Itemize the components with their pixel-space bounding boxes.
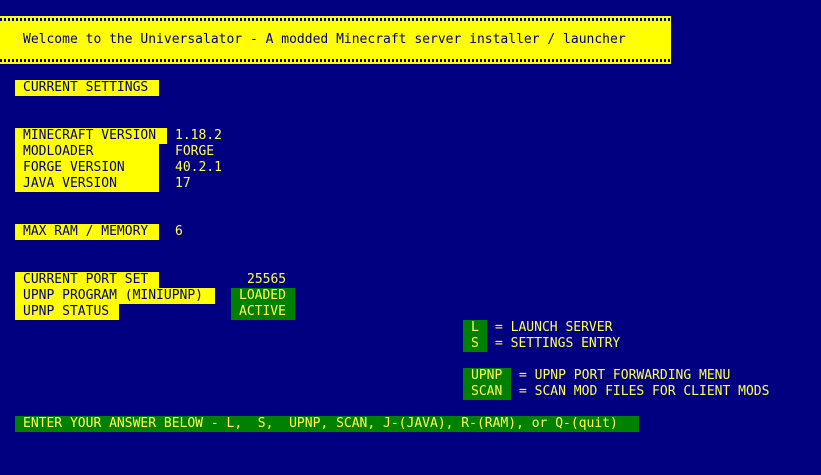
java-version-label: JAVA VERSION xyxy=(15,176,159,192)
banner-title: Welcome to the Universalator - A modded … xyxy=(23,32,626,47)
welcome-banner: Welcome to the Universalator - A modded … xyxy=(0,16,671,64)
menu-text-settings: = SETTINGS ENTRY xyxy=(495,336,621,351)
menu-key-launch: L xyxy=(463,320,487,336)
upnp-program-status: LOADED xyxy=(231,288,295,304)
menu-text-upnp: = UPNP PORT FORWARDING MENU xyxy=(519,368,731,383)
menu-key-upnp: UPNP xyxy=(463,368,511,384)
minecraft-version-label: MINECRAFT VERSION xyxy=(15,128,167,144)
forge-version-value: 40.2.1 xyxy=(175,160,222,175)
upnp-status-label: UPNP STATUS xyxy=(15,304,119,320)
max-ram-label: MAX RAM / MEMORY xyxy=(15,224,159,240)
current-settings-heading: CURRENT SETTINGS xyxy=(15,80,159,96)
menu-key-settings: S xyxy=(463,336,487,352)
java-version-value: 17 xyxy=(175,176,191,191)
banner-top-border xyxy=(0,18,671,21)
modloader-label: MODLOADER xyxy=(15,144,159,160)
upnp-program-label: UPNP PROGRAM (MINIUPNP) xyxy=(15,288,215,304)
modloader-value: FORGE xyxy=(175,144,215,159)
menu-text-scan: = SCAN MOD FILES FOR CLIENT MODS xyxy=(519,384,770,399)
max-ram-value: 6 xyxy=(175,224,183,239)
current-port-label: CURRENT PORT SET xyxy=(15,272,159,288)
menu-key-scan: SCAN xyxy=(463,384,511,400)
banner-bottom-border xyxy=(0,59,671,62)
forge-version-label: FORGE VERSION xyxy=(15,160,159,176)
answer-prompt: ENTER YOUR ANSWER BELOW - L, S, UPNP, SC… xyxy=(15,416,639,432)
menu-text-launch: = LAUNCH SERVER xyxy=(495,320,613,335)
minecraft-version-value: 1.18.2 xyxy=(175,128,222,143)
current-port-value: 25565 xyxy=(247,272,287,287)
upnp-status-value: ACTIVE xyxy=(231,304,295,320)
